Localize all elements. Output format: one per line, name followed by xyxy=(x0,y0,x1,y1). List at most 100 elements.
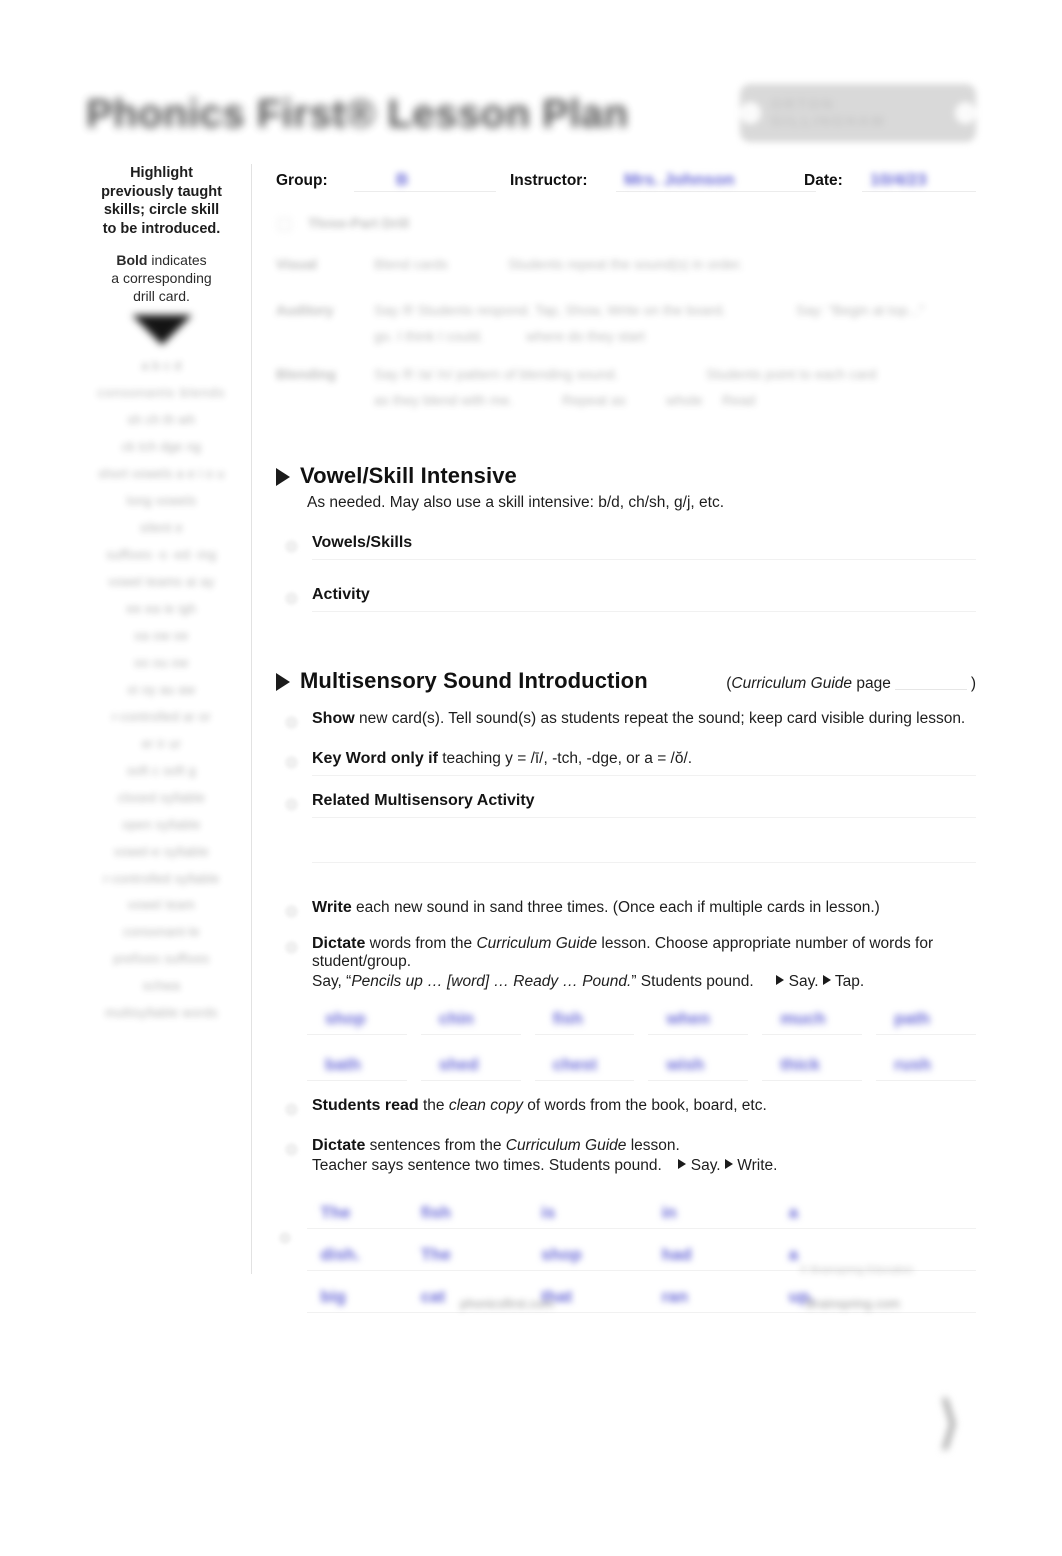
sidebar-skill-item[interactable]: vowel team xyxy=(80,898,243,913)
word-slot[interactable]: fish xyxy=(534,1005,635,1035)
note-italic: Curriculum Guide xyxy=(731,675,853,692)
group-field-line[interactable] xyxy=(354,191,496,192)
row-bullet-icon xyxy=(285,941,298,954)
sidebar-skill-item[interactable]: silent e xyxy=(80,521,243,536)
sentence-line[interactable]: The fish is in a xyxy=(307,1189,976,1229)
row-text-after: lesson. xyxy=(626,1137,680,1154)
word-slot[interactable]: when xyxy=(648,1005,749,1035)
write-in-line[interactable] xyxy=(312,817,976,818)
write-in-line[interactable] xyxy=(312,559,976,560)
word-handwriting: path xyxy=(894,1009,930,1028)
row-bullet-icon xyxy=(285,756,298,769)
sidebar-skill-item[interactable]: oo ou ow xyxy=(80,656,243,671)
row-text: sentences from the xyxy=(365,1137,506,1154)
word-slot[interactable]: chest xyxy=(534,1051,635,1081)
word-slot[interactable]: rush xyxy=(876,1051,976,1081)
drill-row-col1: Blend cards xyxy=(374,256,448,272)
sidebar-skill-list: a b c d consonants blends sh ch th wh ck… xyxy=(80,359,243,1021)
row-text: new card(s). Tell sound(s) as students r… xyxy=(354,710,966,727)
row-text: teaching y = /ī/, -tch, -dge, or a = /ŏ/… xyxy=(437,750,693,767)
teacher-line-text: Teacher says sentence two times. Student… xyxy=(312,1157,662,1174)
footer-copyright: © Brainspring Education xyxy=(800,1264,914,1276)
drill-row-col2b: where do they start xyxy=(526,328,646,344)
word-handwriting: shed xyxy=(438,1055,479,1074)
handwritten-scribble-mark: ⟩ xyxy=(937,1390,961,1455)
write-in-line[interactable] xyxy=(312,775,976,776)
sidebar-skill-item[interactable]: a b c d xyxy=(80,359,243,374)
drill-row-col2: Students point to each card xyxy=(706,366,877,382)
word-slot[interactable]: chin xyxy=(420,1005,521,1035)
cue-tap: Tap. xyxy=(834,973,865,990)
dot-icon xyxy=(955,102,976,124)
section-header: Vowel/Skill Intensive xyxy=(276,463,976,489)
say-after: ” Students pound. xyxy=(631,973,754,990)
sidebar: Highlight previously taught skills; circ… xyxy=(80,164,252,1274)
sidebar-skill-item[interactable]: sh ch th wh xyxy=(80,413,243,428)
lesson-plan-page: Phonics First® Lesson Plan ORTON GILLING… xyxy=(0,0,1062,1556)
checkbox-icon[interactable] xyxy=(278,218,291,231)
row-bullet-icon xyxy=(285,592,298,605)
word-slot[interactable]: thick xyxy=(762,1051,863,1081)
sidebar-skill-item[interactable]: prefixes suffixes xyxy=(80,952,243,967)
cue-write: Write. xyxy=(737,1157,778,1174)
word-handwriting: chest xyxy=(552,1055,598,1074)
page-number-field[interactable] xyxy=(894,676,967,690)
section-header: Multisensory Sound Introduction (Curricu… xyxy=(276,668,976,694)
sidebar-skill-item[interactable]: closed syllable xyxy=(80,791,243,806)
sidebar-note-line: a corresponding xyxy=(111,270,212,286)
sidebar-skill-item[interactable]: soft c soft g xyxy=(80,764,243,779)
write-in-line[interactable] xyxy=(312,862,976,863)
sidebar-bold-rest: indicates xyxy=(147,252,207,268)
sidebar-skill-item[interactable]: open syllable xyxy=(80,818,243,833)
word-slot[interactable]: shop xyxy=(307,1005,407,1035)
drill-row-col2: Say: "Begin at top..." xyxy=(796,302,925,318)
main-content: Group: B Instructor: Mrs. Johnson Date: … xyxy=(276,164,976,1455)
say-italic: Pencils up … [word] … Ready … Pound. xyxy=(351,973,632,990)
word-handwriting: much xyxy=(780,1009,826,1028)
sidebar-skill-item[interactable]: vowel-e syllable xyxy=(80,845,243,860)
word-slot[interactable]: wish xyxy=(648,1051,749,1081)
word-slot[interactable]: bath xyxy=(307,1051,407,1081)
sidebar-skill-item[interactable]: er ir ur xyxy=(80,737,243,752)
row-related-activity: Related Multisensory Activity xyxy=(285,792,976,863)
date-field-line[interactable] xyxy=(862,191,976,192)
sidebar-skill-item[interactable]: ck tch dge ng xyxy=(80,440,243,455)
row-label: Students read xyxy=(312,1097,419,1114)
sidebar-skill-item[interactable]: ee ea ie igh xyxy=(80,602,243,617)
sidebar-skill-item[interactable]: vowel teams ai ay xyxy=(80,575,243,590)
triangle-bullet-icon xyxy=(276,468,290,486)
sidebar-skill-item[interactable]: consonant-le xyxy=(80,925,243,940)
triangle-icon xyxy=(131,315,192,345)
sidebar-skill-item[interactable]: schwa xyxy=(80,979,243,994)
drill-row-col1b: as they blend with me. xyxy=(374,392,514,408)
drill-row-col4b: Read xyxy=(722,392,756,408)
word-slot[interactable]: much xyxy=(762,1005,863,1035)
instructor-field-line[interactable] xyxy=(616,191,816,192)
meta-row: Group: B Instructor: Mrs. Johnson Date: … xyxy=(276,164,976,202)
drill-row-label: Visual xyxy=(276,256,317,272)
word-slot[interactable]: shed xyxy=(420,1051,521,1081)
sidebar-skill-item[interactable]: oi oy au aw xyxy=(80,683,243,698)
sidebar-skill-item[interactable]: multisyllable words xyxy=(80,1006,243,1021)
sidebar-skill-item[interactable]: oa ow oe xyxy=(80,629,243,644)
row-text: words from the xyxy=(365,935,477,952)
triangle-cue-icon xyxy=(776,975,785,985)
sidebar-skill-item[interactable]: short vowels a e i o u xyxy=(80,467,243,482)
row-teacher-line: Teacher says sentence two times. Student… xyxy=(312,1157,976,1175)
brand-badge-text: ORTON GILLINGHAM xyxy=(770,96,886,130)
three-part-drill-block: Three-Part Drill Visual Blend cards Stud… xyxy=(276,210,976,408)
sidebar-skill-item[interactable]: r-controlled ar or xyxy=(80,710,243,725)
dictation-word-row: bath shed chest wish thick rush xyxy=(307,1051,976,1081)
write-in-line[interactable] xyxy=(312,611,976,612)
sentence-word: in xyxy=(661,1203,677,1222)
curriculum-guide-page-note: (Curriculum Guide page) xyxy=(726,675,976,693)
word-slot[interactable]: path xyxy=(876,1005,976,1035)
sidebar-skill-item[interactable]: r-controlled syllable xyxy=(80,872,243,886)
row-bullet-icon xyxy=(285,716,298,729)
sidebar-skill-item[interactable]: long vowels xyxy=(80,494,243,509)
drill-row-col1b: go. I think I could. xyxy=(374,328,484,344)
sidebar-skill-item[interactable]: suffixes -s -ed -ing xyxy=(80,548,243,563)
row-text-italic: clean copy xyxy=(448,1097,523,1114)
sidebar-instruction-line: skills; circle skill xyxy=(103,202,220,218)
sidebar-skill-item[interactable]: consonants blends xyxy=(80,386,243,401)
